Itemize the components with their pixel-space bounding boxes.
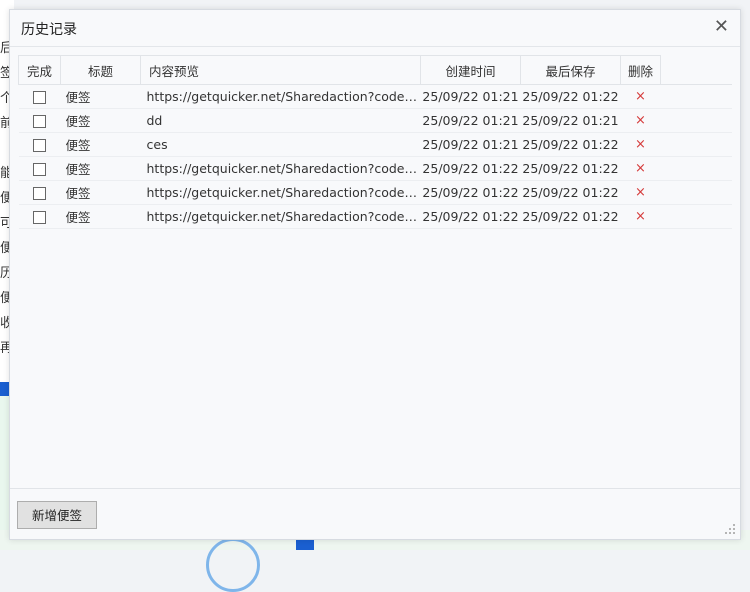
- background-circle-button: [206, 538, 260, 592]
- history-table: 完成 标题 内容预览 创建时间 最后保存 删除 便签 https://getqui…: [18, 55, 732, 229]
- delete-icon[interactable]: ×: [620, 180, 661, 205]
- footer-divider: [10, 488, 740, 489]
- delete-icon[interactable]: ×: [620, 84, 661, 109]
- close-icon[interactable]: ✕: [714, 16, 729, 37]
- row-title: 便签: [60, 180, 141, 205]
- row-saved-time: 25/09/22 01:22: [520, 204, 621, 229]
- row-preview: ces: [140, 132, 421, 157]
- row-preview: https://getquicker.net/Sharedaction?code…: [140, 204, 421, 229]
- row-title: 便签: [60, 204, 141, 229]
- row-title: 便签: [60, 108, 141, 133]
- row-title: 便签: [60, 84, 141, 109]
- table-row[interactable]: 便签 https://getquicker.net/Sharedaction?co…: [18, 180, 732, 205]
- done-checkbox[interactable]: [33, 211, 46, 224]
- row-filler: [660, 84, 732, 109]
- row-filler: [660, 108, 732, 133]
- done-checkbox[interactable]: [33, 139, 46, 152]
- row-created-time: 25/09/22 01:21: [420, 132, 521, 157]
- dialog-titlebar: 历史记录 ✕: [10, 10, 740, 47]
- table-row[interactable]: 便签 https://getquicker.net/Sharedaction?co…: [18, 84, 732, 109]
- column-header-created[interactable]: 创建时间: [420, 55, 521, 85]
- column-header-preview[interactable]: 内容预览: [140, 55, 421, 85]
- delete-icon[interactable]: ×: [620, 204, 661, 229]
- table-row[interactable]: 便签 dd 25/09/22 01:21 25/09/22 01:21 ×: [18, 108, 732, 133]
- row-preview: https://getquicker.net/Sharedaction?code…: [140, 156, 421, 181]
- row-title: 便签: [60, 132, 141, 157]
- row-saved-time: 25/09/22 01:22: [520, 180, 621, 205]
- row-saved-time: 25/09/22 01:22: [520, 132, 621, 157]
- done-checkbox[interactable]: [33, 115, 46, 128]
- history-dialog: 历史记录 ✕ 完成 标题 内容预览 创建时间 最后保存 删除 便签 https:/…: [9, 9, 741, 540]
- row-saved-time: 25/09/22 01:22: [520, 84, 621, 109]
- done-checkbox-cell: [18, 132, 61, 157]
- resize-grip-icon[interactable]: [725, 524, 735, 534]
- done-checkbox[interactable]: [33, 91, 46, 104]
- background-top-mark: [338, 0, 408, 4]
- row-created-time: 25/09/22 01:22: [420, 156, 521, 181]
- row-filler: [660, 132, 732, 157]
- done-checkbox-cell: [18, 180, 61, 205]
- delete-icon[interactable]: ×: [620, 132, 661, 157]
- row-created-time: 25/09/22 01:22: [420, 180, 521, 205]
- column-header-title[interactable]: 标题: [60, 55, 141, 85]
- row-created-time: 25/09/22 01:21: [420, 108, 521, 133]
- row-preview: https://getquicker.net/Sharedaction?code…: [140, 180, 421, 205]
- done-checkbox-cell: [18, 204, 61, 229]
- row-created-time: 25/09/22 01:21: [420, 84, 521, 109]
- column-header-filler: [660, 55, 732, 85]
- done-checkbox-cell: [18, 84, 61, 109]
- column-header-saved[interactable]: 最后保存: [520, 55, 621, 85]
- row-title: 便签: [60, 156, 141, 181]
- table-header-row: 完成 标题 内容预览 创建时间 最后保存 删除: [18, 55, 732, 85]
- row-saved-time: 25/09/22 01:21: [520, 108, 621, 133]
- column-header-delete[interactable]: 删除: [620, 55, 661, 85]
- table-row[interactable]: 便签 https://getquicker.net/Sharedaction?co…: [18, 204, 732, 229]
- delete-icon[interactable]: ×: [620, 108, 661, 133]
- table-row[interactable]: 便签 https://getquicker.net/Sharedaction?co…: [18, 156, 732, 181]
- row-filler: [660, 204, 732, 229]
- column-header-done[interactable]: 完成: [18, 55, 61, 85]
- row-filler: [660, 180, 732, 205]
- delete-icon[interactable]: ×: [620, 156, 661, 181]
- table-row[interactable]: 便签 ces 25/09/22 01:21 25/09/22 01:22 ×: [18, 132, 732, 157]
- row-saved-time: 25/09/22 01:22: [520, 156, 621, 181]
- done-checkbox-cell: [18, 156, 61, 181]
- row-preview: dd: [140, 108, 421, 133]
- done-checkbox[interactable]: [33, 163, 46, 176]
- dialog-title: 历史记录: [21, 22, 77, 38]
- done-checkbox[interactable]: [33, 187, 46, 200]
- add-note-button[interactable]: 新增便签: [17, 501, 97, 529]
- row-created-time: 25/09/22 01:22: [420, 204, 521, 229]
- done-checkbox-cell: [18, 108, 61, 133]
- row-preview: https://getquicker.net/Sharedaction?code…: [140, 84, 421, 109]
- row-filler: [660, 156, 732, 181]
